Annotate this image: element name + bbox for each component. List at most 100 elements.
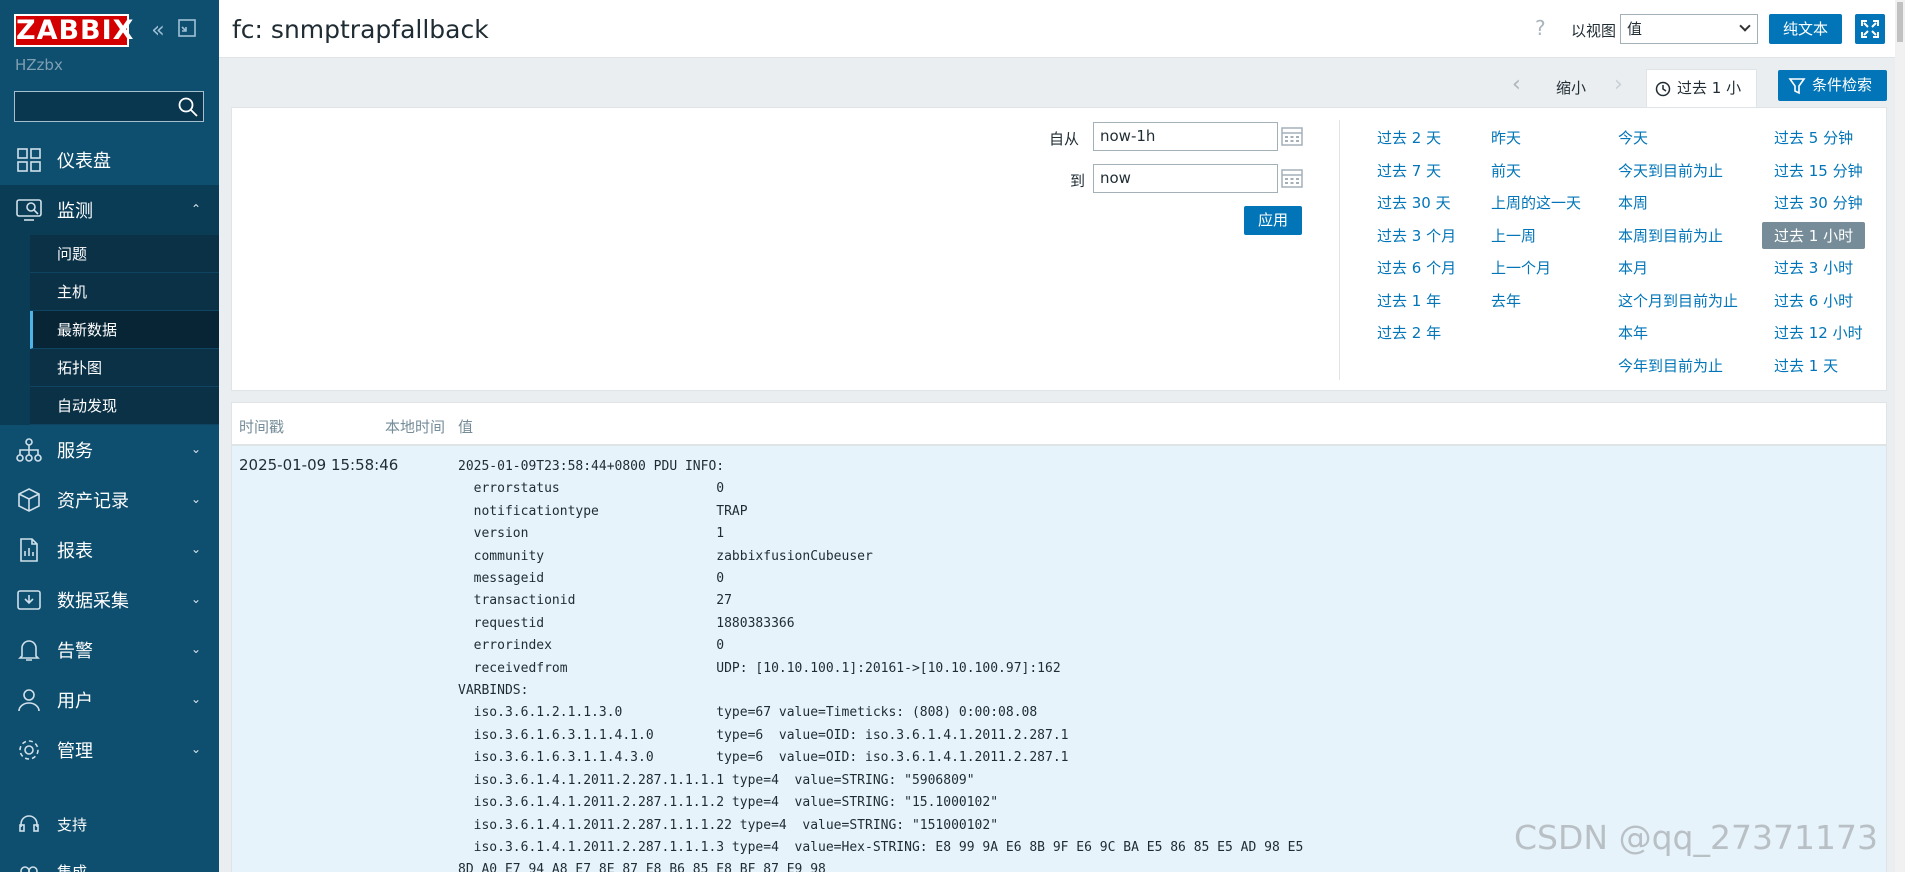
previous-period-icon[interactable]: ‹ [1512,72,1521,97]
quick-period-link[interactable]: 过去 12 小时 [1774,322,1863,343]
chevron-down-icon: ⌄ [190,742,201,756]
filter-button-label: 条件检索 [1812,76,1873,94]
sub-item-problems[interactable]: 问题 [30,235,219,273]
menu-label: 服务 [57,441,93,462]
quick-period-link[interactable]: 今天到目前为止 [1618,160,1723,181]
chevron-down-icon: ⌄ [190,592,201,606]
quick-period-link[interactable]: 今年到目前为止 [1618,355,1723,376]
monitoring-submenu: 问题 主机 最新数据 拓扑图 自动发现 [0,235,219,425]
page-scrollbar[interactable] [1895,0,1905,872]
menu-item-reports[interactable]: 报表 ⌄ [0,525,219,575]
search-icon[interactable] [177,96,199,118]
quick-period-link[interactable]: 过去 5 分钟 [1774,127,1853,148]
quick-period-link[interactable]: 过去 6 个月 [1377,257,1456,278]
calendar-icon[interactable] [1280,167,1304,189]
chevron-down-icon: ⌄ [190,492,201,506]
reports-icon [20,538,38,562]
menu-item-administration[interactable]: 管理 ⌄ [0,725,219,775]
menu-label: 支持 [57,815,88,834]
filter-icon [1788,78,1806,95]
sub-item-maps[interactable]: 拓扑图 [30,349,219,387]
quick-period-link[interactable]: 过去 30 分钟 [1774,192,1863,213]
quick-period-link[interactable]: 过去 7 天 [1377,160,1441,181]
inventory-icon [18,488,40,512]
chevron-down-icon: ⌄ [190,642,201,656]
menu-label: 数据采集 [57,591,129,612]
sub-item-discovery[interactable]: 自动发现 [30,387,219,425]
quick-period-link[interactable]: 上一周 [1491,225,1536,246]
quick-period-link[interactable]: 本周到目前为止 [1618,225,1723,246]
sidebar: ZABBIX « HZzbx 仪表盘 监测 ⌃ 问题 主机 最新数据 拓扑图 自… [0,0,219,872]
table-row: 2025-01-09 15:58:46 2025-01-09T23:58:44+… [232,446,1886,872]
quick-period-link[interactable]: 过去 1 年 [1377,290,1441,311]
menu-item-integrations[interactable]: 集成 [0,849,219,872]
filter-button[interactable]: 条件检索 [1778,70,1887,101]
history-table: 时间戳 本地时间 值 2025-01-09 15:58:46 2025-01-0… [231,402,1887,872]
quick-period-link-selected[interactable]: 过去 1 小时 [1762,222,1866,249]
quick-period-link[interactable]: 今天 [1618,127,1648,148]
menu-item-support[interactable]: 支持 [0,802,219,846]
from-input[interactable]: now-1h [1093,122,1278,151]
search-input[interactable] [15,92,175,121]
menu-item-dashboard[interactable]: 仪表盘 [0,135,219,185]
tab-time-period[interactable]: 过去 1 小时 [1646,69,1757,133]
quick-period-link[interactable]: 本年 [1618,322,1648,343]
quick-period-link[interactable]: 过去 6 小时 [1774,290,1853,311]
quick-period-link[interactable]: 过去 30 天 [1377,192,1451,213]
quick-period-link[interactable]: 过去 2 年 [1377,322,1441,343]
quick-period-link[interactable]: 上一个月 [1491,257,1551,278]
page-title: fc: snmptrapfallback [232,15,489,44]
divider [1339,120,1340,380]
watermark: CSDN @qq_27371173 [1514,818,1878,857]
zabbix-logo[interactable]: ZABBIX [14,14,134,47]
headset-icon [19,815,39,832]
quick-period-link[interactable]: 前天 [1491,160,1521,181]
column-header-local-time: 本地时间 [385,418,446,436]
menu-item-users[interactable]: 用户 ⌄ [0,675,219,725]
clock-icon [1655,81,1671,97]
menu-label: 管理 [57,741,93,762]
quick-period-link[interactable]: 过去 2 天 [1377,127,1441,148]
zoom-out-button[interactable]: 缩小 [1556,77,1586,98]
menu-item-alerts[interactable]: 告警 ⌄ [0,625,219,675]
quick-period-link[interactable]: 上周的这一天 [1491,192,1581,213]
to-label: 到 [1070,172,1086,190]
plain-text-button[interactable]: 纯文本 [1769,14,1842,44]
row-value: 2025-01-09T23:58:44+0800 PDU INFO: error… [458,459,1304,872]
calendar-icon[interactable] [1280,125,1304,147]
menu-item-monitoring[interactable]: 监测 ⌃ [0,185,219,235]
scrollbar-thumb[interactable] [1897,2,1903,42]
quick-period-link[interactable]: 本周 [1618,192,1648,213]
view-as-select[interactable]: 值 [1620,14,1758,44]
quick-period-link[interactable]: 过去 3 个月 [1377,225,1456,246]
menu-item-inventory[interactable]: 资产记录 ⌄ [0,475,219,525]
monitoring-icon [16,199,42,221]
gear-icon [19,740,39,760]
sub-item-latest-data[interactable]: 最新数据 [30,311,219,349]
collapse-sidebar-icon[interactable]: « [147,18,169,44]
bell-icon [18,640,40,661]
help-icon[interactable]: ? [1535,16,1546,40]
view-as-value: 值 [1627,20,1643,38]
to-input[interactable]: now [1093,164,1278,193]
column-header-timestamp: 时间戳 [239,418,285,436]
quick-period-link[interactable]: 去年 [1491,290,1521,311]
menu-label: 告警 [57,641,93,662]
hide-sidebar-icon[interactable] [176,18,198,44]
sidebar-search[interactable] [14,91,204,122]
quick-period-link[interactable]: 过去 1 天 [1774,355,1838,376]
quick-period-link[interactable]: 过去 3 小时 [1774,257,1853,278]
quick-period-link[interactable]: 本月 [1618,257,1648,278]
page-header: fc: snmptrapfallback ? 以视图 值 纯文本 [219,0,1905,58]
next-period-icon[interactable]: › [1614,72,1623,97]
apply-button[interactable]: 应用 [1244,206,1302,235]
menu-label: 报表 [57,541,93,562]
quick-period-link[interactable]: 这个月到目前为止 [1618,290,1738,311]
menu-item-services[interactable]: 服务 ⌄ [0,425,219,475]
quick-period-link[interactable]: 昨天 [1491,127,1521,148]
sub-item-hosts[interactable]: 主机 [30,273,219,311]
menu-item-data-collection[interactable]: 数据采集 ⌄ [0,575,219,625]
services-icon [16,438,42,462]
fullscreen-button[interactable] [1855,14,1885,44]
quick-period-link[interactable]: 过去 15 分钟 [1774,160,1863,181]
